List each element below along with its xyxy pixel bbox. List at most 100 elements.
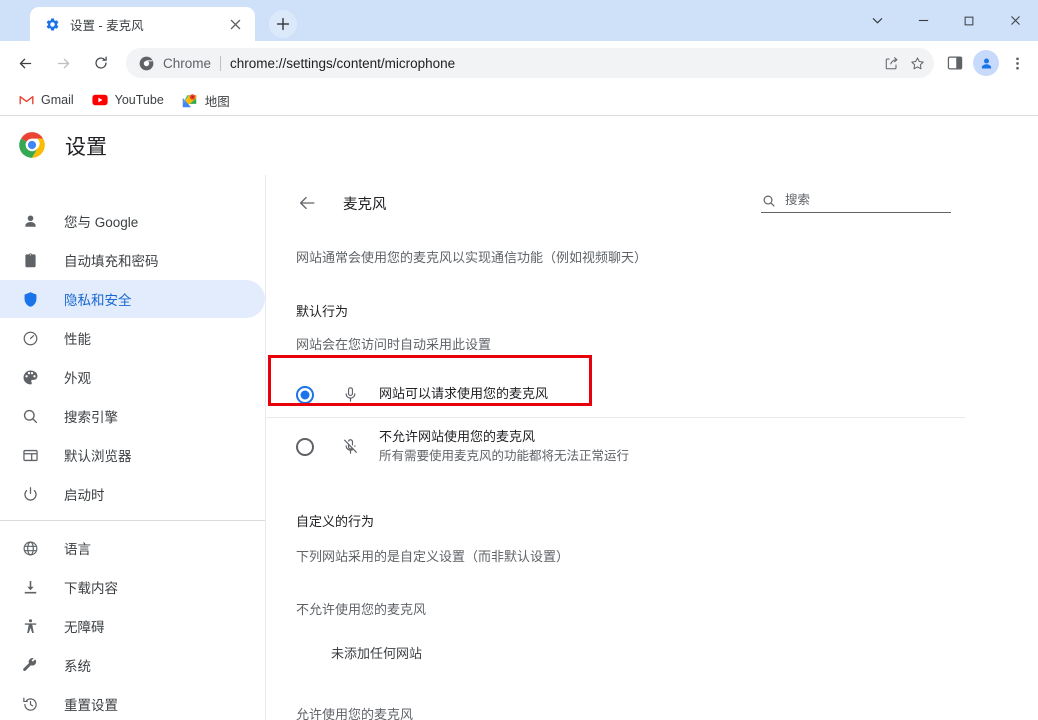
side-panel-icon[interactable] (940, 48, 970, 78)
share-icon[interactable] (878, 50, 904, 76)
microphone-icon (340, 385, 360, 405)
close-window-icon[interactable] (992, 0, 1038, 41)
history-restore-icon (20, 694, 40, 714)
sidebar-item-accessibility[interactable]: 无障碍 (0, 607, 265, 645)
chrome-icon (138, 55, 154, 71)
radio-button[interactable] (296, 437, 314, 456)
bookmark-label: 地图 (204, 94, 230, 109)
search-icon (20, 406, 40, 426)
power-icon (20, 484, 40, 504)
sidebar-item-appearance[interactable]: 外观 (0, 358, 265, 396)
block-group-title: 不允许使用您的麦克风 (296, 602, 427, 618)
sidebar-item-reset-settings[interactable]: 重置设置 (0, 685, 265, 720)
tab-title: 设置 - 麦克风 (70, 18, 144, 33)
radio-option-sublabel: 所有需要使用麦克风的功能都将无法正常运行 (379, 449, 630, 464)
maximize-icon[interactable] (946, 0, 992, 41)
browser-menu-icon[interactable] (1002, 48, 1032, 78)
page-right-gutter (966, 232, 1038, 720)
bookmark-maps[interactable]: 地图 (174, 88, 238, 112)
omnibox-actions (878, 49, 930, 77)
new-tab-button[interactable] (269, 10, 297, 38)
sidebar-item-autofill[interactable]: 自动填充和密码 (0, 241, 265, 279)
radio-option-texts: 网站可以请求使用您的麦克风 (379, 385, 548, 404)
youtube-icon (92, 92, 108, 108)
sidebar-item-label: 无障碍 (64, 620, 105, 635)
bookmark-label: YouTube (114, 93, 164, 107)
subpage-search-placeholder: 搜索 (785, 193, 811, 207)
radio-option-block[interactable]: 不允许网站使用您的麦克风 所有需要使用麦克风的功能都将无法正常运行 (266, 416, 965, 477)
sidebar-item-performance[interactable]: 性能 (0, 319, 265, 357)
allow-group-title: 允许使用您的麦克风 (296, 707, 414, 720)
sidebar-item-search-engine[interactable]: 搜索引擎 (0, 397, 265, 435)
close-icon[interactable] (225, 14, 245, 34)
sidebar-item-label: 启动时 (64, 488, 105, 503)
radio-option-texts: 不允许网站使用您的麦克风 所有需要使用麦克风的功能都将无法正常运行 (379, 428, 629, 467)
sidebar-item-privacy-and-security[interactable]: 隐私和安全 (0, 280, 265, 318)
sidebar-item-label: 性能 (64, 332, 91, 347)
sidebar-item-label: 搜索引擎 (64, 410, 118, 425)
sidebar-item-label: 语言 (64, 542, 91, 557)
sidebar-item-label: 系统 (64, 659, 91, 674)
sidebar-item-label: 您与 Google (64, 215, 139, 230)
sidebar-item-label: 下载内容 (64, 581, 118, 596)
custom-behavior-subtitle: 下列网站采用的是自定义设置（而非默认设置） (296, 549, 570, 565)
globe-icon (20, 538, 40, 558)
wrench-icon (20, 655, 40, 675)
subpage-header: 麦克风 搜索 (266, 175, 965, 223)
minimize-icon[interactable] (900, 0, 946, 41)
browser-window-icon (20, 445, 40, 465)
browser-tab[interactable]: 设置 - 麦克风 (30, 7, 255, 41)
shield-icon (20, 289, 40, 309)
star-outline-icon[interactable] (904, 50, 930, 76)
default-behavior-radio-group: 网站可以请求使用您的麦克风 不允许网站使用您的麦克风 所有需要使用麦克风的功能都… (266, 373, 965, 477)
omnibox-url: chrome://settings/content/microphone (230, 55, 456, 71)
subpage-search-input[interactable]: 搜索 (761, 189, 951, 213)
reload-icon[interactable] (86, 48, 116, 78)
radio-button[interactable] (296, 385, 314, 404)
settings-header: 设置 (0, 116, 1038, 175)
sidebar-item-languages[interactable]: 语言 (0, 529, 265, 567)
sidebar-item-label: 重置设置 (64, 698, 118, 713)
microphone-muted-icon (340, 437, 360, 457)
default-behavior-subtitle: 网站会在您访问时自动采用此设置 (296, 336, 492, 352)
forward-icon[interactable] (48, 48, 78, 78)
default-behavior-title: 默认行为 (296, 303, 349, 319)
custom-behavior-title: 自定义的行为 (296, 514, 375, 530)
sidebar-item-you-and-google[interactable]: 您与 Google (0, 202, 265, 240)
radio-option-label: 网站可以请求使用您的麦克风 (379, 386, 549, 402)
tab-search-icon[interactable] (854, 0, 900, 41)
sidebar-item-label: 外观 (64, 371, 91, 386)
browser-toolbar: Chrome chrome://settings/content/microph… (0, 41, 1038, 85)
person-icon (20, 211, 40, 231)
toolbar-right-actions (940, 48, 1038, 78)
download-icon (20, 577, 40, 597)
address-bar[interactable]: Chrome chrome://settings/content/microph… (126, 48, 934, 78)
back-icon[interactable] (10, 48, 40, 78)
speedometer-icon (20, 328, 40, 348)
bookmark-youtube[interactable]: YouTube (84, 88, 172, 112)
tab-strip: 设置 - 麦克风 (0, 0, 1038, 41)
settings-gear-icon (44, 16, 60, 32)
bookmark-gmail[interactable]: Gmail (10, 88, 82, 112)
radio-option-allow[interactable]: 网站可以请求使用您的麦克风 (266, 373, 965, 417)
bookmark-bar: Gmail YouTube 地图 (0, 85, 1038, 115)
block-group-empty-text: 未添加任何网站 (331, 646, 423, 662)
omnibox-chip-label: Chrome (163, 55, 212, 71)
bookmark-label: Gmail (41, 93, 74, 107)
sidebar-item-downloads[interactable]: 下载内容 (0, 568, 265, 606)
sidebar-item-label: 隐私和安全 (64, 293, 132, 308)
chrome-logo-icon (18, 131, 48, 161)
gmail-icon (18, 92, 34, 108)
search-icon (761, 193, 776, 208)
omnibox-separator (220, 55, 222, 71)
back-arrow-icon[interactable] (296, 192, 318, 214)
subpage-title: 麦克风 (343, 196, 387, 213)
window-controls (854, 0, 1038, 41)
sidebar-item-system[interactable]: 系统 (0, 646, 265, 684)
clipboard-icon (20, 250, 40, 270)
sidebar-item-on-startup[interactable]: 启动时 (0, 475, 265, 513)
google-maps-icon (182, 92, 198, 108)
sidebar-item-default-browser[interactable]: 默认浏览器 (0, 436, 265, 474)
profile-avatar-icon[interactable] (973, 50, 999, 76)
sidebar-item-label: 自动填充和密码 (64, 254, 159, 269)
